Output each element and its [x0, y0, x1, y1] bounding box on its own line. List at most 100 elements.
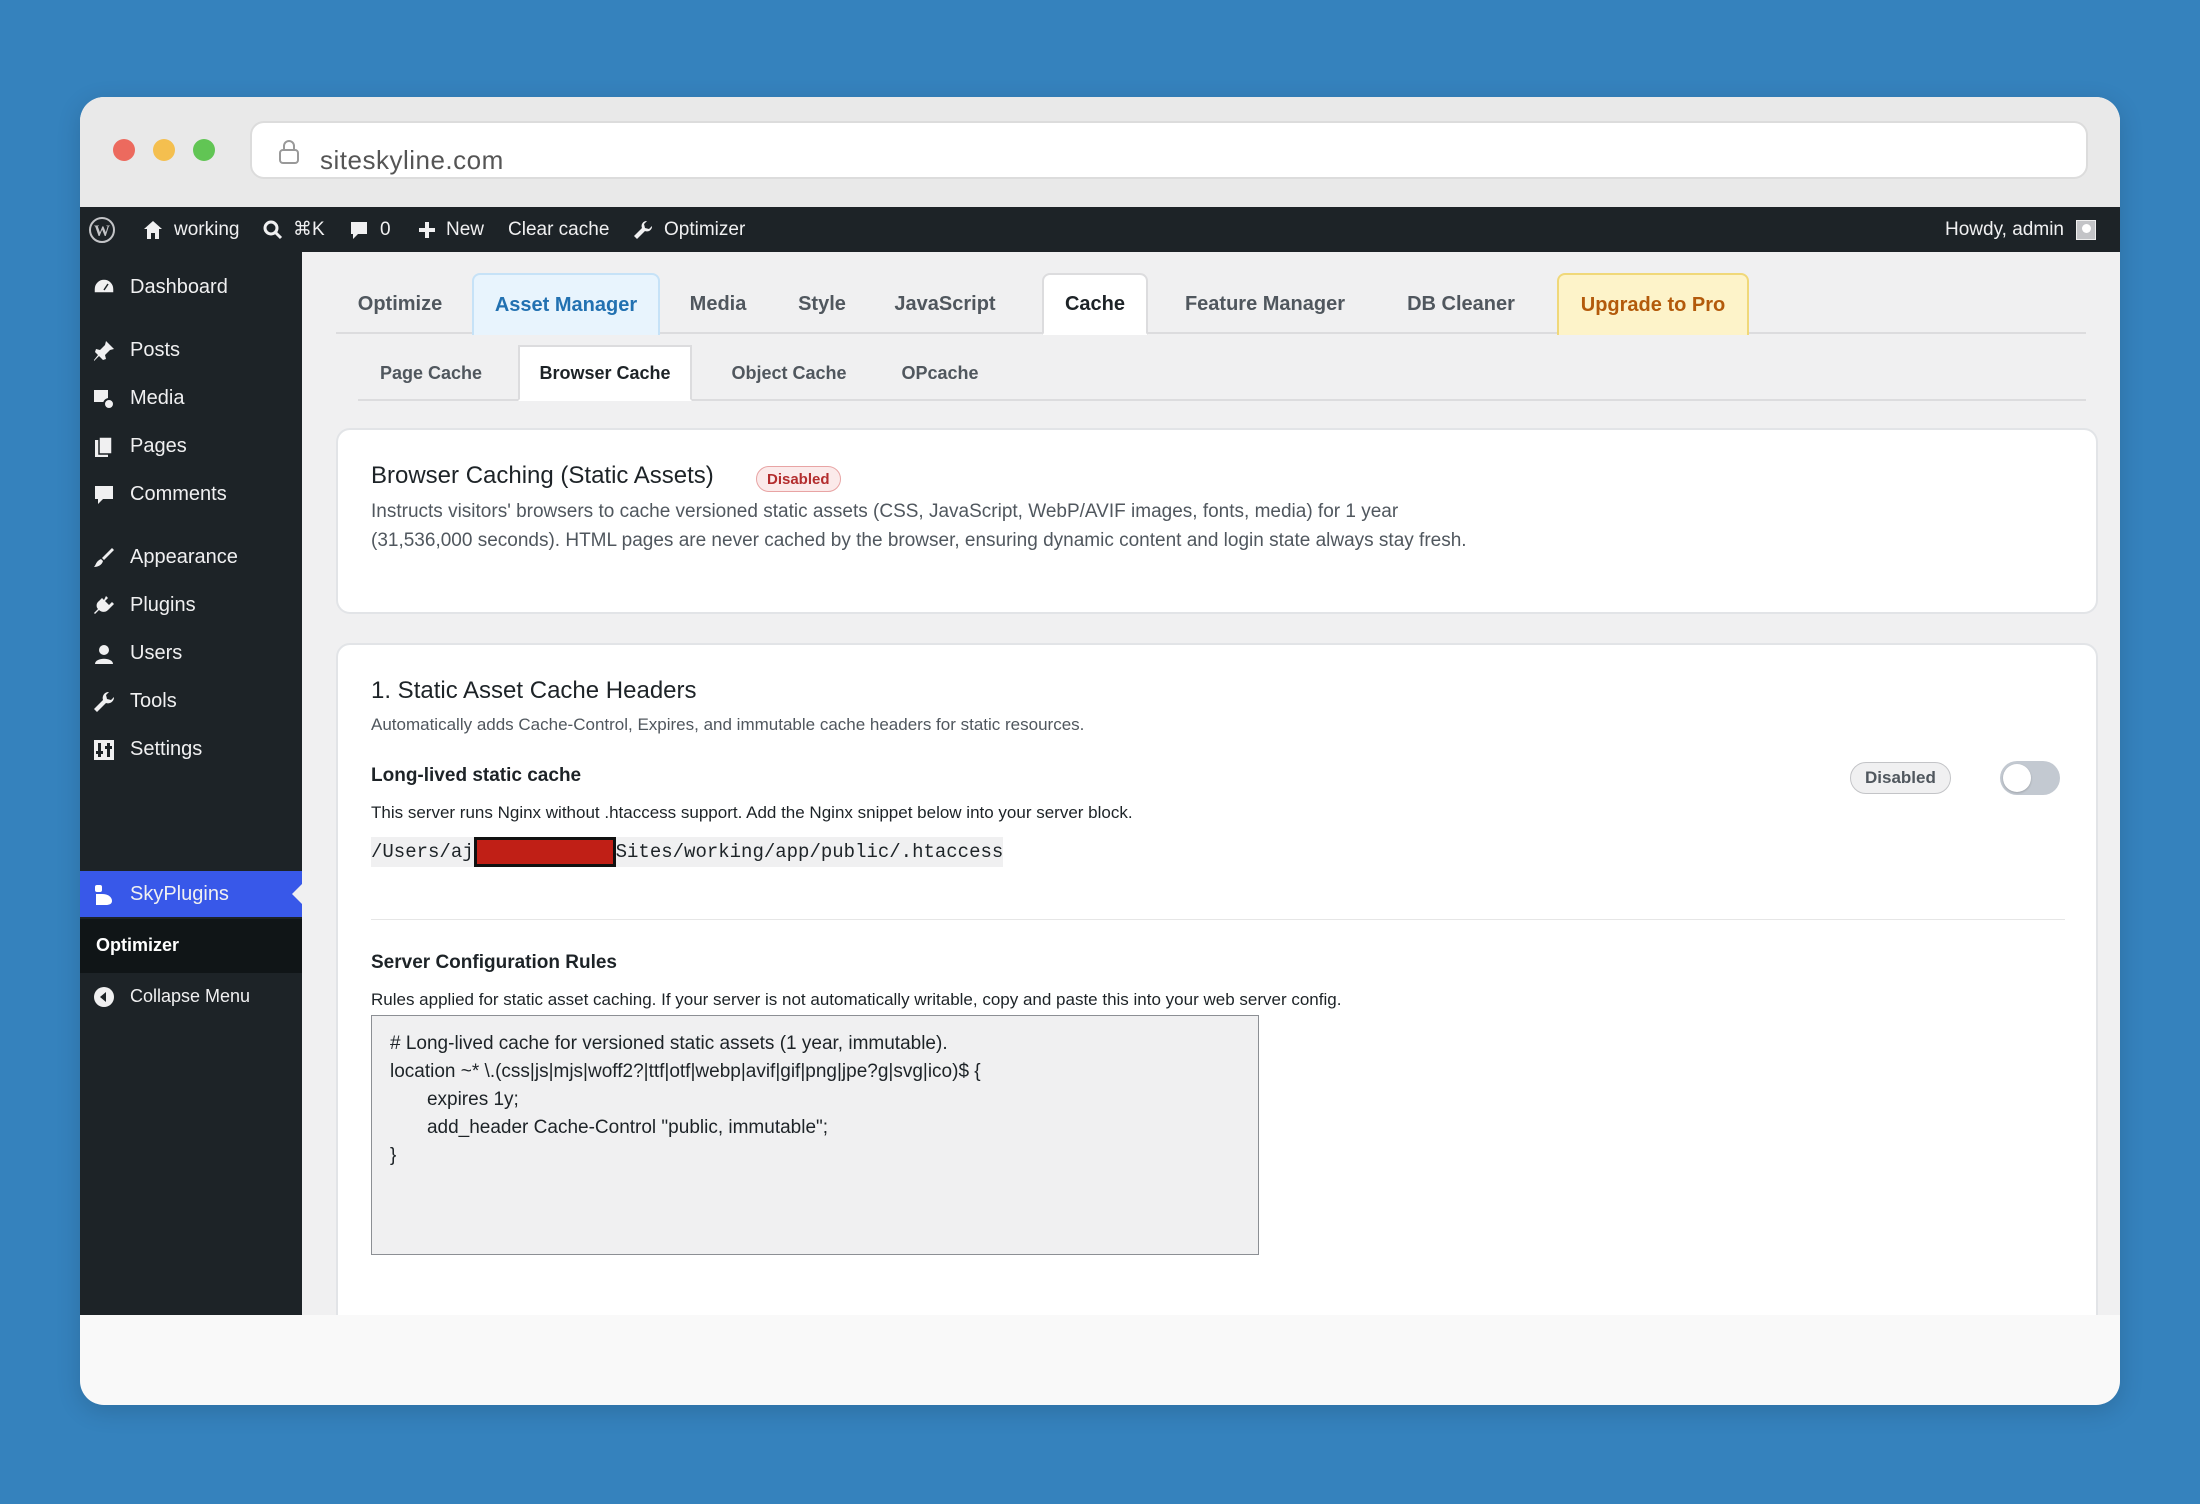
address-bar[interactable]: siteskyline.com: [250, 121, 2088, 179]
avatar: [2076, 219, 2096, 240]
new-content-link[interactable]: New: [418, 207, 484, 252]
clear-cache-label: Clear cache: [508, 218, 610, 240]
sidebar-item-media[interactable]: Media: [80, 375, 302, 421]
maximize-window-button[interactable]: [193, 139, 215, 161]
tab-feature-manager[interactable]: Feature Manager: [1156, 273, 1374, 335]
rules-code-textarea[interactable]: # Long-lived cache for versioned static …: [371, 1015, 1259, 1255]
tab-label: Media: [689, 292, 747, 315]
sidebar-item-dashboard[interactable]: Dashboard: [80, 264, 302, 310]
sidebar-item-settings[interactable]: Settings: [80, 726, 302, 772]
sidebar-item-label: SkyPlugins: [130, 882, 229, 905]
skyplugins-submenu: Optimizer: [80, 919, 302, 973]
minimize-window-button[interactable]: [153, 139, 175, 161]
svg-text:W: W: [94, 223, 110, 240]
tab-asset-manager[interactable]: Asset Manager: [472, 273, 660, 335]
sidebar-item-label: Dashboard: [130, 275, 228, 298]
site-name-link[interactable]: working: [142, 207, 239, 252]
tab-label: Upgrade to Pro: [1580, 293, 1726, 316]
plug-icon: [94, 596, 114, 614]
comment-bubble-icon: [351, 221, 367, 239]
subtab-object-cache[interactable]: Object Cache: [708, 345, 870, 401]
subtab-browser-cache[interactable]: Browser Cache: [518, 345, 692, 401]
collapse-icon: [94, 987, 114, 1007]
tab-db-cleaner[interactable]: DB Cleaner: [1384, 273, 1538, 335]
tab-label: Optimize: [357, 292, 443, 315]
tab-label: Cache: [1064, 292, 1126, 315]
section-title: 1. Static Asset Cache Headers: [371, 677, 697, 704]
submenu-item-optimizer[interactable]: Optimizer: [96, 935, 179, 956]
subtab-label: Page Cache: [379, 362, 483, 383]
optimizer-link[interactable]: Optimizer: [632, 207, 745, 252]
main-tabs: Optimize Asset Manager Media Style JavaS…: [336, 273, 2086, 335]
sidebar-item-pages[interactable]: Pages: [80, 423, 302, 469]
tab-label: DB Cleaner: [1407, 292, 1515, 315]
optimizer-label: Optimizer: [664, 218, 746, 240]
static-asset-headers-card: 1. Static Asset Cache Headers Automatica…: [336, 643, 2098, 1315]
howdy-label: Howdy, admin: [1945, 218, 2064, 240]
clear-cache-link[interactable]: Clear cache: [508, 207, 609, 252]
my-account-menu[interactable]: Howdy, admin: [1945, 207, 2096, 252]
sidebar-item-tools[interactable]: Tools: [80, 678, 302, 724]
sidebar-item-comments[interactable]: Comments: [80, 471, 302, 517]
command-search-button[interactable]: ⌘K: [263, 207, 325, 252]
shortcut-label: ⌘K: [293, 219, 325, 240]
status-badge: Disabled: [756, 466, 841, 492]
sidebar-item-users[interactable]: Users: [80, 630, 302, 676]
cache-subtabs: Page Cache Browser Cache Object Cache OP…: [358, 345, 2086, 401]
collapse-menu-label: Collapse Menu: [130, 985, 251, 1006]
plus-icon: [419, 221, 435, 238]
tab-cache[interactable]: Cache: [1042, 273, 1148, 335]
subtab-opcache[interactable]: OPcache: [880, 345, 1000, 401]
server-note: This server runs Nginx without .htaccess…: [371, 803, 1133, 822]
htaccess-path: /Users/aj Sites/working/app/public/.htacc…: [371, 837, 1004, 867]
main-content: Optimize Asset Manager Media Style JavaS…: [302, 252, 2120, 1315]
subtab-label: OPcache: [901, 362, 979, 383]
sidebar-item-appearance[interactable]: Appearance: [80, 534, 302, 580]
sidebar-item-label: Pages: [130, 434, 187, 457]
skyplugins-icon: [95, 885, 112, 905]
comments-link[interactable]: 0: [348, 207, 391, 252]
toggle-knob: [2003, 764, 2031, 792]
search-icon: [263, 220, 283, 239]
sidebar-item-posts[interactable]: Posts: [80, 327, 302, 373]
browser-window: siteskyline.com W working ⌘K 0 New Clear…: [80, 97, 2120, 1405]
sidebar-item-skyplugins[interactable]: SkyPlugins: [80, 871, 302, 917]
intro-description: Instructs visitors' browsers to cache ve…: [371, 497, 1467, 555]
site-name: working: [174, 218, 240, 240]
pin-icon: [94, 341, 114, 361]
pages-icon: [95, 436, 113, 457]
tab-optimize[interactable]: Optimize: [336, 273, 464, 335]
path-suffix: Sites/working/app/public/.htaccess: [615, 841, 1004, 863]
tab-style[interactable]: Style: [774, 273, 870, 335]
intro-title: Browser Caching (Static Assets): [371, 462, 714, 489]
intro-description-line: (31,536,000 seconds). HTML pages are nev…: [371, 530, 1467, 551]
intro-card: Browser Caching (Static Assets) Disabled…: [336, 428, 2098, 614]
sidebar-item-label: Appearance: [130, 545, 238, 568]
user-icon: [95, 645, 113, 664]
redacted-block: [473, 837, 616, 867]
close-window-button[interactable]: [113, 139, 135, 161]
subtab-label: Object Cache: [731, 362, 847, 383]
rules-title: Server Configuration Rules: [371, 952, 617, 973]
sidebar-item-plugins[interactable]: Plugins: [80, 582, 302, 628]
settings-icon: [94, 740, 114, 760]
address-url: siteskyline.com: [320, 145, 504, 175]
section-description: Automatically adds Cache-Control, Expire…: [371, 715, 1085, 734]
wordpress-icon: W: [89, 216, 115, 243]
divider: [371, 919, 2065, 920]
tab-label: Style: [798, 292, 846, 315]
sidebar-item-label: Posts: [130, 338, 181, 361]
option-label: Long-lived static cache: [371, 765, 582, 786]
tab-upgrade-to-pro[interactable]: Upgrade to Pro: [1557, 273, 1749, 335]
tab-media[interactable]: Media: [666, 273, 770, 335]
lock-icon: [279, 140, 299, 164]
path-prefix: /Users/aj: [371, 841, 474, 863]
wordpress-logo-button[interactable]: W: [88, 207, 116, 252]
long-lived-cache-toggle[interactable]: [2000, 761, 2060, 795]
subtab-page-cache[interactable]: Page Cache: [358, 345, 504, 401]
collapse-menu-button[interactable]: Collapse Menu: [80, 973, 302, 1019]
rules-description: Rules applied for static asset caching. …: [371, 990, 1342, 1009]
tab-javascript[interactable]: JavaScript: [876, 273, 1014, 335]
tab-label: JavaScript: [894, 292, 996, 315]
subtab-label: Browser Cache: [539, 362, 671, 383]
